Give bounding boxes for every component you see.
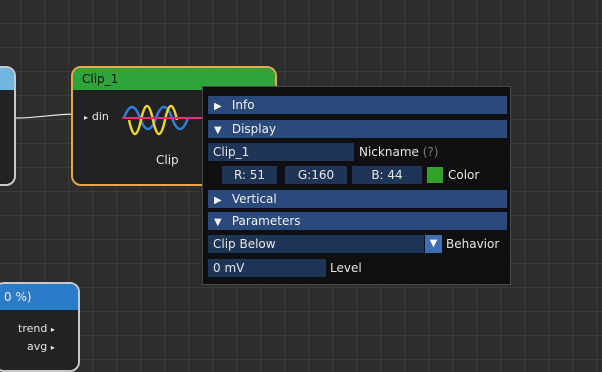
vertical-section-header[interactable]: ▶ Vertical — [208, 190, 507, 208]
trend-output-port[interactable]: trend ▸ — [18, 322, 55, 335]
green-input[interactable]: G:160 — [285, 166, 347, 184]
avg-output-label: avg — [27, 340, 48, 353]
expanded-arrow-icon: ▼ — [214, 217, 222, 228]
expanded-arrow-icon: ▼ — [214, 125, 222, 136]
help-marker[interactable]: (?) — [423, 145, 439, 159]
level-input[interactable]: 0 mV — [208, 259, 326, 277]
input-port-icon: ▸ — [84, 113, 89, 122]
output-port-icon: ▸ — [50, 325, 55, 334]
behavior-label: Behavior — [446, 237, 500, 251]
avg-output-port[interactable]: avg ▸ — [27, 340, 55, 353]
collapsed-arrow-icon: ▶ — [214, 195, 222, 206]
info-section-label: Info — [231, 98, 255, 112]
dropdown-arrow-icon[interactable]: ▼ — [425, 235, 442, 253]
blue-input[interactable]: B: 44 — [352, 166, 422, 184]
clip-node-label: Clip — [156, 153, 179, 167]
clip-waveform-icon — [122, 104, 209, 136]
trend-output-label: trend — [18, 322, 48, 335]
left-node-header — [0, 68, 14, 90]
trend-node-title: 0 %) — [0, 284, 78, 310]
parameters-section-header[interactable]: ▼ Parameters — [208, 212, 507, 230]
output-port-icon: ▸ — [50, 343, 55, 352]
display-section-label: Display — [231, 122, 277, 136]
left-node[interactable] — [0, 66, 16, 186]
level-label: Level — [330, 261, 362, 275]
display-section-header[interactable]: ▼ Display — [208, 120, 507, 138]
info-section-header[interactable]: ▶ Info — [208, 96, 507, 114]
node-properties-popup: ▶ Info ▼ Display Clip_1 Nickname (?) R: … — [202, 86, 511, 285]
din-port[interactable]: ▸ din — [84, 109, 109, 123]
din-port-label: din — [91, 110, 109, 123]
color-swatch[interactable] — [427, 167, 443, 183]
red-input[interactable]: R: 51 — [222, 166, 277, 184]
color-label: Color — [448, 168, 480, 182]
parameters-section-label: Parameters — [231, 214, 301, 228]
trend-node[interactable]: 0 %) trend ▸ avg ▸ — [0, 282, 80, 372]
vertical-section-label: Vertical — [231, 192, 277, 206]
behavior-dropdown[interactable]: Clip Below — [208, 235, 424, 253]
nickname-input[interactable]: Clip_1 — [208, 143, 354, 161]
nickname-label: Nickname (?) — [359, 145, 439, 159]
collapsed-arrow-icon: ▶ — [214, 101, 222, 112]
